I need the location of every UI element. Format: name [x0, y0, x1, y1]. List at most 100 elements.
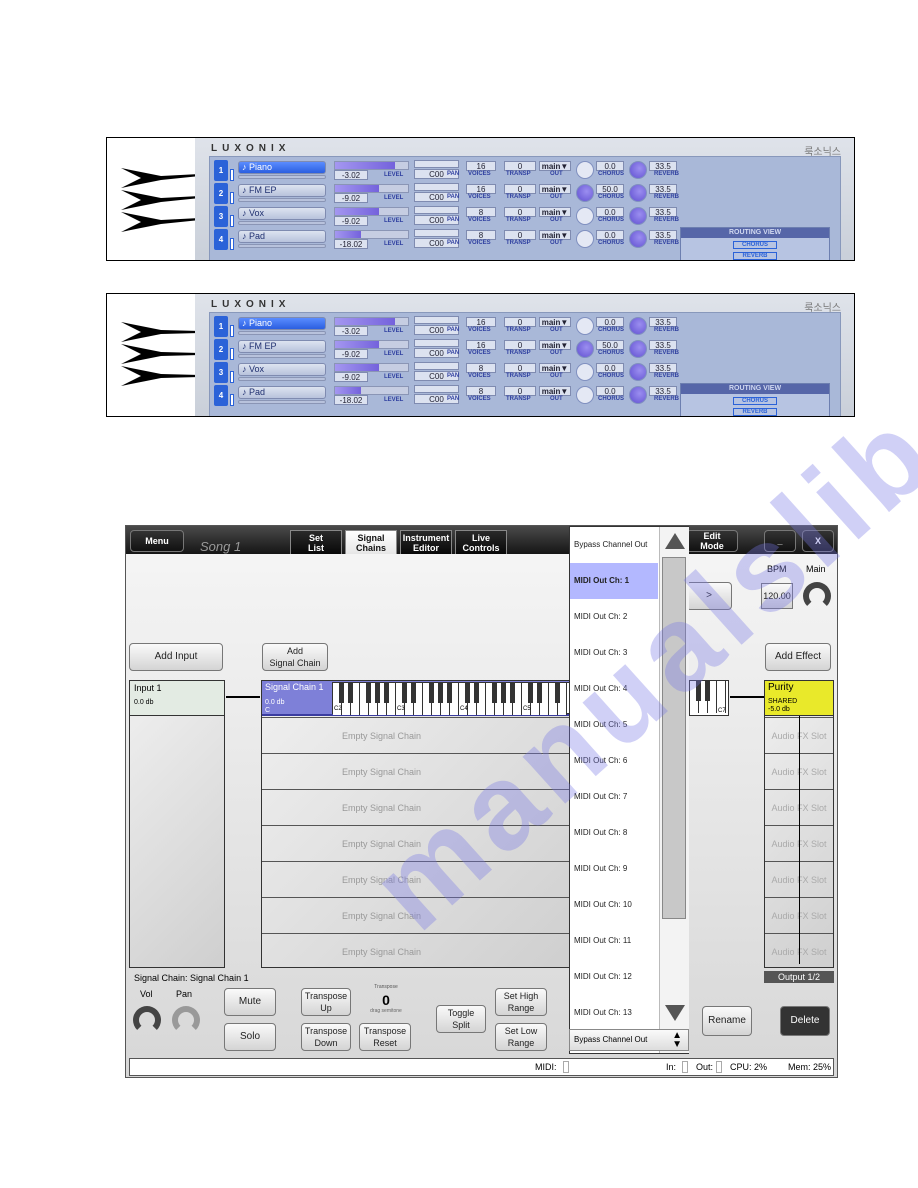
- level-control[interactable]: -18.02 LEVEL: [334, 386, 409, 405]
- reverb-knob[interactable]: [629, 317, 647, 335]
- tab-instrument-editor[interactable]: Instrument Editor: [400, 530, 452, 554]
- black-key[interactable]: [465, 683, 470, 703]
- black-key[interactable]: [339, 683, 344, 703]
- transp-value[interactable]: 0: [504, 386, 536, 396]
- add-signal-chain-button[interactable]: Add Signal Chain: [262, 643, 328, 671]
- reverb-knob[interactable]: [629, 161, 647, 179]
- out-select[interactable]: main▼: [539, 340, 571, 350]
- dropdown-option[interactable]: MIDI Out Ch: 12: [570, 959, 658, 995]
- dropdown-option[interactable]: MIDI Out Ch: 11: [570, 923, 658, 959]
- level-slider[interactable]: [334, 340, 409, 349]
- purity-effect-card[interactable]: Purity SHARED -5.0 db: [765, 681, 833, 716]
- link-toggle[interactable]: [230, 215, 234, 227]
- out-select[interactable]: main▼: [539, 184, 571, 194]
- black-key[interactable]: [696, 681, 701, 701]
- midi-out-select[interactable]: Bypass Channel Out ▲ ▼: [569, 1029, 689, 1051]
- rename-button[interactable]: Rename: [702, 1006, 752, 1036]
- transpose-reset-button[interactable]: Transpose Reset: [359, 1023, 411, 1051]
- reverb-value[interactable]: 33.5: [649, 184, 677, 194]
- dropdown-option[interactable]: MIDI Out Ch: 7: [570, 779, 658, 815]
- out-select[interactable]: main▼: [539, 317, 571, 327]
- empty-signal-chain[interactable]: Empty Signal Chain: [262, 753, 571, 789]
- link-toggle[interactable]: [230, 169, 234, 181]
- solo-button[interactable]: Solo: [224, 1023, 276, 1051]
- empty-signal-chain[interactable]: Empty Signal Chain: [262, 717, 571, 753]
- pan-slider[interactable]: [414, 362, 459, 370]
- link-toggle[interactable]: [230, 371, 234, 383]
- channel-number[interactable]: 1: [214, 160, 228, 181]
- black-key[interactable]: [528, 683, 533, 703]
- voices-value[interactable]: 8: [466, 230, 496, 240]
- transp-value[interactable]: 0: [504, 161, 536, 171]
- black-key[interactable]: [555, 683, 560, 703]
- dropdown-option[interactable]: MIDI Out Ch: 1: [570, 563, 658, 599]
- signal-chain-1-row[interactable]: Signal Chain 1 0.0 db C C2 C3 C4 C5: [262, 681, 571, 716]
- midi-out-dropdown-list[interactable]: Bypass Channel Out MIDI Out Ch: 1 MIDI Out…: [569, 526, 689, 1054]
- tab-live-controls[interactable]: Live Controls: [455, 530, 507, 554]
- voices-value[interactable]: 8: [466, 207, 496, 217]
- reverb-knob[interactable]: [629, 386, 647, 404]
- empty-signal-chain[interactable]: Empty Signal Chain: [262, 789, 571, 825]
- chorus-value[interactable]: 0.0: [596, 161, 624, 171]
- pan-slider[interactable]: [414, 206, 459, 214]
- menu-button[interactable]: Menu: [130, 530, 184, 552]
- channel-row[interactable]: 4 ♪ Pad -18.02 LEVEL C00 PAN 8 VOICES 0 TRANSP mai…: [214, 385, 684, 407]
- pan-knob[interactable]: [172, 1006, 200, 1034]
- dropdown-option[interactable]: MIDI Out Ch: 2: [570, 599, 658, 635]
- pan-slider[interactable]: [414, 385, 459, 393]
- reverb-knob[interactable]: [629, 340, 647, 358]
- main-volume-knob[interactable]: [803, 582, 831, 610]
- black-key[interactable]: [537, 683, 542, 703]
- reverb-value[interactable]: 33.5: [649, 340, 677, 350]
- dropdown-option[interactable]: MIDI Out Ch: 5: [570, 707, 658, 743]
- level-slider[interactable]: [334, 363, 409, 372]
- channel-row[interactable]: 2 ♪ FM EP -9.02 LEVEL C00 PAN 16 VOICES 0 TRANSP m…: [214, 183, 684, 205]
- black-key[interactable]: [348, 683, 353, 703]
- dropdown-option[interactable]: MIDI Out Ch: 13: [570, 995, 658, 1031]
- black-key[interactable]: [474, 683, 479, 703]
- chorus-knob[interactable]: [576, 363, 594, 381]
- program-name[interactable]: ♪ FM EP: [238, 184, 326, 197]
- reverb-value[interactable]: 33.5: [649, 207, 677, 217]
- black-key[interactable]: [411, 683, 416, 703]
- link-toggle[interactable]: [230, 325, 234, 337]
- empty-signal-chain[interactable]: Empty Signal Chain: [262, 933, 571, 969]
- chorus-knob[interactable]: [576, 340, 594, 358]
- chorus-knob[interactable]: [576, 317, 594, 335]
- program-name[interactable]: ♪ Vox: [238, 207, 326, 220]
- reverb-knob[interactable]: [629, 230, 647, 248]
- close-button[interactable]: X: [802, 530, 834, 552]
- chorus-value[interactable]: 0.0: [596, 230, 624, 240]
- out-select[interactable]: main▼: [539, 207, 571, 217]
- out-select[interactable]: main▼: [539, 363, 571, 373]
- reverb-knob[interactable]: [629, 184, 647, 202]
- program-name[interactable]: ♪ FM EP: [238, 340, 326, 353]
- transp-value[interactable]: 0: [504, 230, 536, 240]
- level-control[interactable]: -18.02 LEVEL: [334, 230, 409, 249]
- out-select[interactable]: main▼: [539, 386, 571, 396]
- level-slider[interactable]: [334, 161, 409, 170]
- chorus-value[interactable]: 50.0: [596, 184, 624, 194]
- black-key[interactable]: [510, 683, 515, 703]
- channel-row[interactable]: 2 ♪ FM EP -9.02 LEVEL C00 PAN 16 VOICES 0 TRANSP m…: [214, 339, 684, 361]
- transp-value[interactable]: 0: [504, 363, 536, 373]
- link-toggle[interactable]: [230, 192, 234, 204]
- voices-value[interactable]: 16: [466, 317, 496, 327]
- black-key[interactable]: [447, 683, 452, 703]
- pan-slider[interactable]: [414, 316, 459, 324]
- mute-button[interactable]: Mute: [224, 988, 276, 1016]
- transp-value[interactable]: 0: [504, 317, 536, 327]
- pan-slider[interactable]: [414, 229, 459, 237]
- level-slider[interactable]: [334, 386, 409, 395]
- voices-value[interactable]: 8: [466, 363, 496, 373]
- channel-row[interactable]: 1 ♪ Piano -3.02 LEVEL C00 PAN 16 VOICES 0 TRANSP m…: [214, 316, 684, 338]
- reverb-value[interactable]: 33.5: [649, 386, 677, 396]
- transp-value[interactable]: 0: [504, 340, 536, 350]
- black-key[interactable]: [438, 683, 443, 703]
- program-name[interactable]: ♪ Piano: [238, 161, 326, 174]
- level-slider[interactable]: [334, 317, 409, 326]
- link-toggle[interactable]: [230, 394, 234, 406]
- voices-value[interactable]: 16: [466, 340, 496, 350]
- dropdown-option[interactable]: MIDI Out Ch: 10: [570, 887, 658, 923]
- level-slider[interactable]: [334, 184, 409, 193]
